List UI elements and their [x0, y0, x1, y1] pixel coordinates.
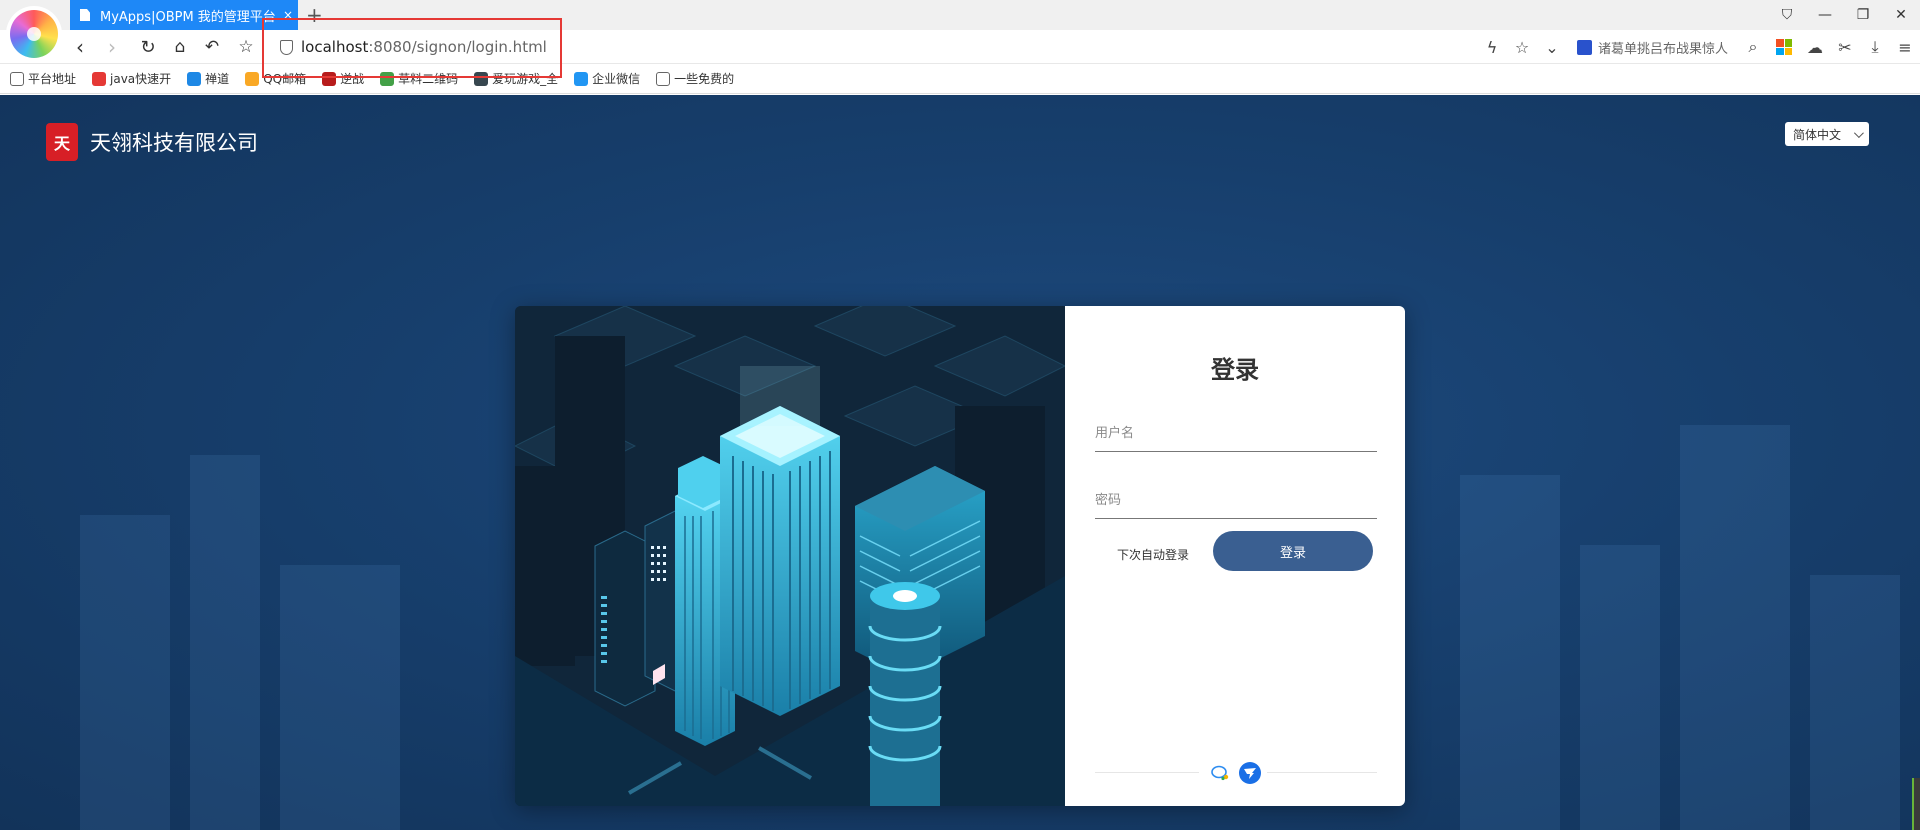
bookmarks-bar: 平台地址 java快速开 禅道 QQ邮箱 逆战 草料二维码 爱玩游戏_全 企业微信 一些免费的	[0, 64, 1920, 94]
browser-navbar: ‹ › ↻ ⌂ ↶ ☆ localhost :8080/signon/login…	[0, 30, 1920, 64]
lightning-icon[interactable]: ϟ	[1477, 38, 1507, 57]
baidu-paw-icon	[1576, 39, 1592, 55]
wework-login-icon[interactable]	[1209, 762, 1231, 784]
username-input[interactable]	[1095, 416, 1377, 450]
company-logo: 天	[46, 123, 78, 161]
login-title: 登录	[1211, 356, 1259, 384]
minimize-button[interactable]: —	[1806, 0, 1844, 30]
folder-icon	[10, 71, 24, 86]
new-tab-button[interactable]: +	[306, 3, 323, 27]
bookmark-item[interactable]: 爱玩游戏_全	[474, 70, 558, 87]
login-card: 登录 下次自动登录 登录	[515, 306, 1405, 806]
restore-button[interactable]: ❐	[1844, 0, 1882, 30]
bookmark-label: 平台地址	[28, 72, 77, 86]
chevron-down-icon[interactable]: ⌄	[1537, 38, 1567, 57]
bookmark-star-icon[interactable]: ☆	[234, 35, 258, 59]
tab-title: MyApps|OBPM 我的管理平台	[100, 9, 276, 25]
username-field	[1095, 416, 1377, 452]
zentao-icon	[187, 71, 202, 86]
undo-close-icon[interactable]: ↶	[200, 35, 224, 59]
scrollbar-thumb[interactable]	[1912, 778, 1920, 830]
diamond-icon	[474, 71, 489, 86]
language-select[interactable]: 简体中文	[1785, 122, 1869, 146]
qrcode-icon	[380, 71, 395, 86]
chevron-down-icon	[1853, 127, 1864, 138]
bookmark-item[interactable]: 平台地址	[10, 70, 76, 87]
password-field	[1095, 483, 1377, 519]
java-icon	[92, 71, 107, 86]
address-bar[interactable]: localhost :8080/signon/login.html	[280, 36, 550, 58]
document-icon	[80, 9, 90, 21]
bookmark-label: 爱玩游戏_全	[492, 72, 559, 86]
bookmark-item[interactable]: 逆战	[322, 70, 364, 87]
browser-tab-active[interactable]: MyApps|OBPM 我的管理平台 ×	[70, 0, 298, 30]
browser-logo-icon[interactable]	[10, 10, 58, 58]
divider-left	[1095, 772, 1199, 773]
url-host: localhost	[301, 38, 369, 56]
search-suggestion[interactable]: 诸葛单挑吕布战果惊人	[1576, 38, 1728, 57]
bookmark-item[interactable]: 禅道	[187, 70, 229, 87]
bookmark-item[interactable]: 一些免费的	[656, 70, 734, 87]
password-input[interactable]	[1095, 483, 1377, 517]
scissors-icon[interactable]: ✂	[1830, 38, 1860, 57]
game-icon	[322, 71, 337, 86]
bookmark-label: QQ邮箱	[263, 72, 307, 86]
bookmark-label: 企业微信	[592, 72, 641, 86]
bookmark-label: 草料二维码	[398, 72, 459, 86]
bookmark-item[interactable]: 草料二维码	[380, 70, 458, 87]
reload-icon[interactable]: ↻	[136, 35, 160, 59]
wework-icon	[574, 71, 589, 86]
apps-grid-icon[interactable]	[1776, 39, 1792, 55]
login-page: 天 天翎科技有限公司 简体中文 登录 用户名 下次自动登录 登录	[0, 95, 1920, 830]
skin-icon[interactable]: ⛉	[1768, 0, 1806, 30]
company-brand: 天 天翎科技有限公司	[46, 123, 258, 161]
divider-right	[1267, 772, 1377, 773]
language-value: 简体中文	[1793, 127, 1842, 142]
remember-me-option[interactable]: 下次自动登录	[1117, 546, 1189, 563]
shield-icon	[280, 39, 293, 55]
close-window-button[interactable]: ✕	[1882, 0, 1920, 30]
browser-tab-bar: MyApps|OBPM 我的管理平台 × + ⛉ — ❐ ✕	[0, 0, 1920, 30]
bookmark-item[interactable]: 企业微信	[574, 70, 640, 87]
bookmark-item[interactable]: QQ邮箱	[245, 70, 306, 87]
dingtalk-login-icon[interactable]	[1239, 762, 1261, 784]
bookmark-label: 一些免费的	[674, 72, 735, 86]
tab-close-icon[interactable]: ×	[278, 8, 298, 22]
bookmark-label: 禅道	[205, 72, 230, 86]
search-suggestion-text: 诸葛单挑吕布战果惊人	[1597, 41, 1728, 57]
login-button[interactable]: 登录	[1213, 531, 1373, 571]
cloud-icon[interactable]: ☁	[1800, 38, 1830, 57]
menu-icon[interactable]: ≡	[1890, 38, 1920, 57]
home-icon[interactable]: ⌂	[168, 35, 192, 59]
bookmark-label: 逆战	[340, 72, 365, 86]
download-icon[interactable]: ⤓	[1860, 37, 1890, 57]
navbar-right-tools: ϟ ☆ ⌄ 诸葛单挑吕布战果惊人 ⌕ ☁ ✂ ⤓ ≡	[1477, 30, 1920, 64]
back-icon[interactable]: ‹	[68, 35, 92, 59]
search-icon[interactable]: ⌕	[1738, 37, 1768, 57]
user-icon	[656, 71, 671, 86]
bookmark-item[interactable]: java快速开	[92, 70, 171, 87]
qqmail-icon	[245, 71, 260, 86]
company-name: 天翎科技有限公司	[90, 131, 258, 155]
isometric-city-graphic	[515, 306, 1067, 806]
favorite-star-icon[interactable]: ☆	[1507, 38, 1537, 57]
url-path: :8080/signon/login.html	[368, 38, 547, 56]
login-form: 登录 下次自动登录 登录	[1065, 306, 1405, 806]
bookmark-label: java快速开	[110, 72, 172, 86]
city-illustration	[515, 306, 1067, 806]
window-controls: ⛉ — ❐ ✕	[1768, 0, 1920, 30]
forward-icon[interactable]: ›	[100, 35, 124, 59]
